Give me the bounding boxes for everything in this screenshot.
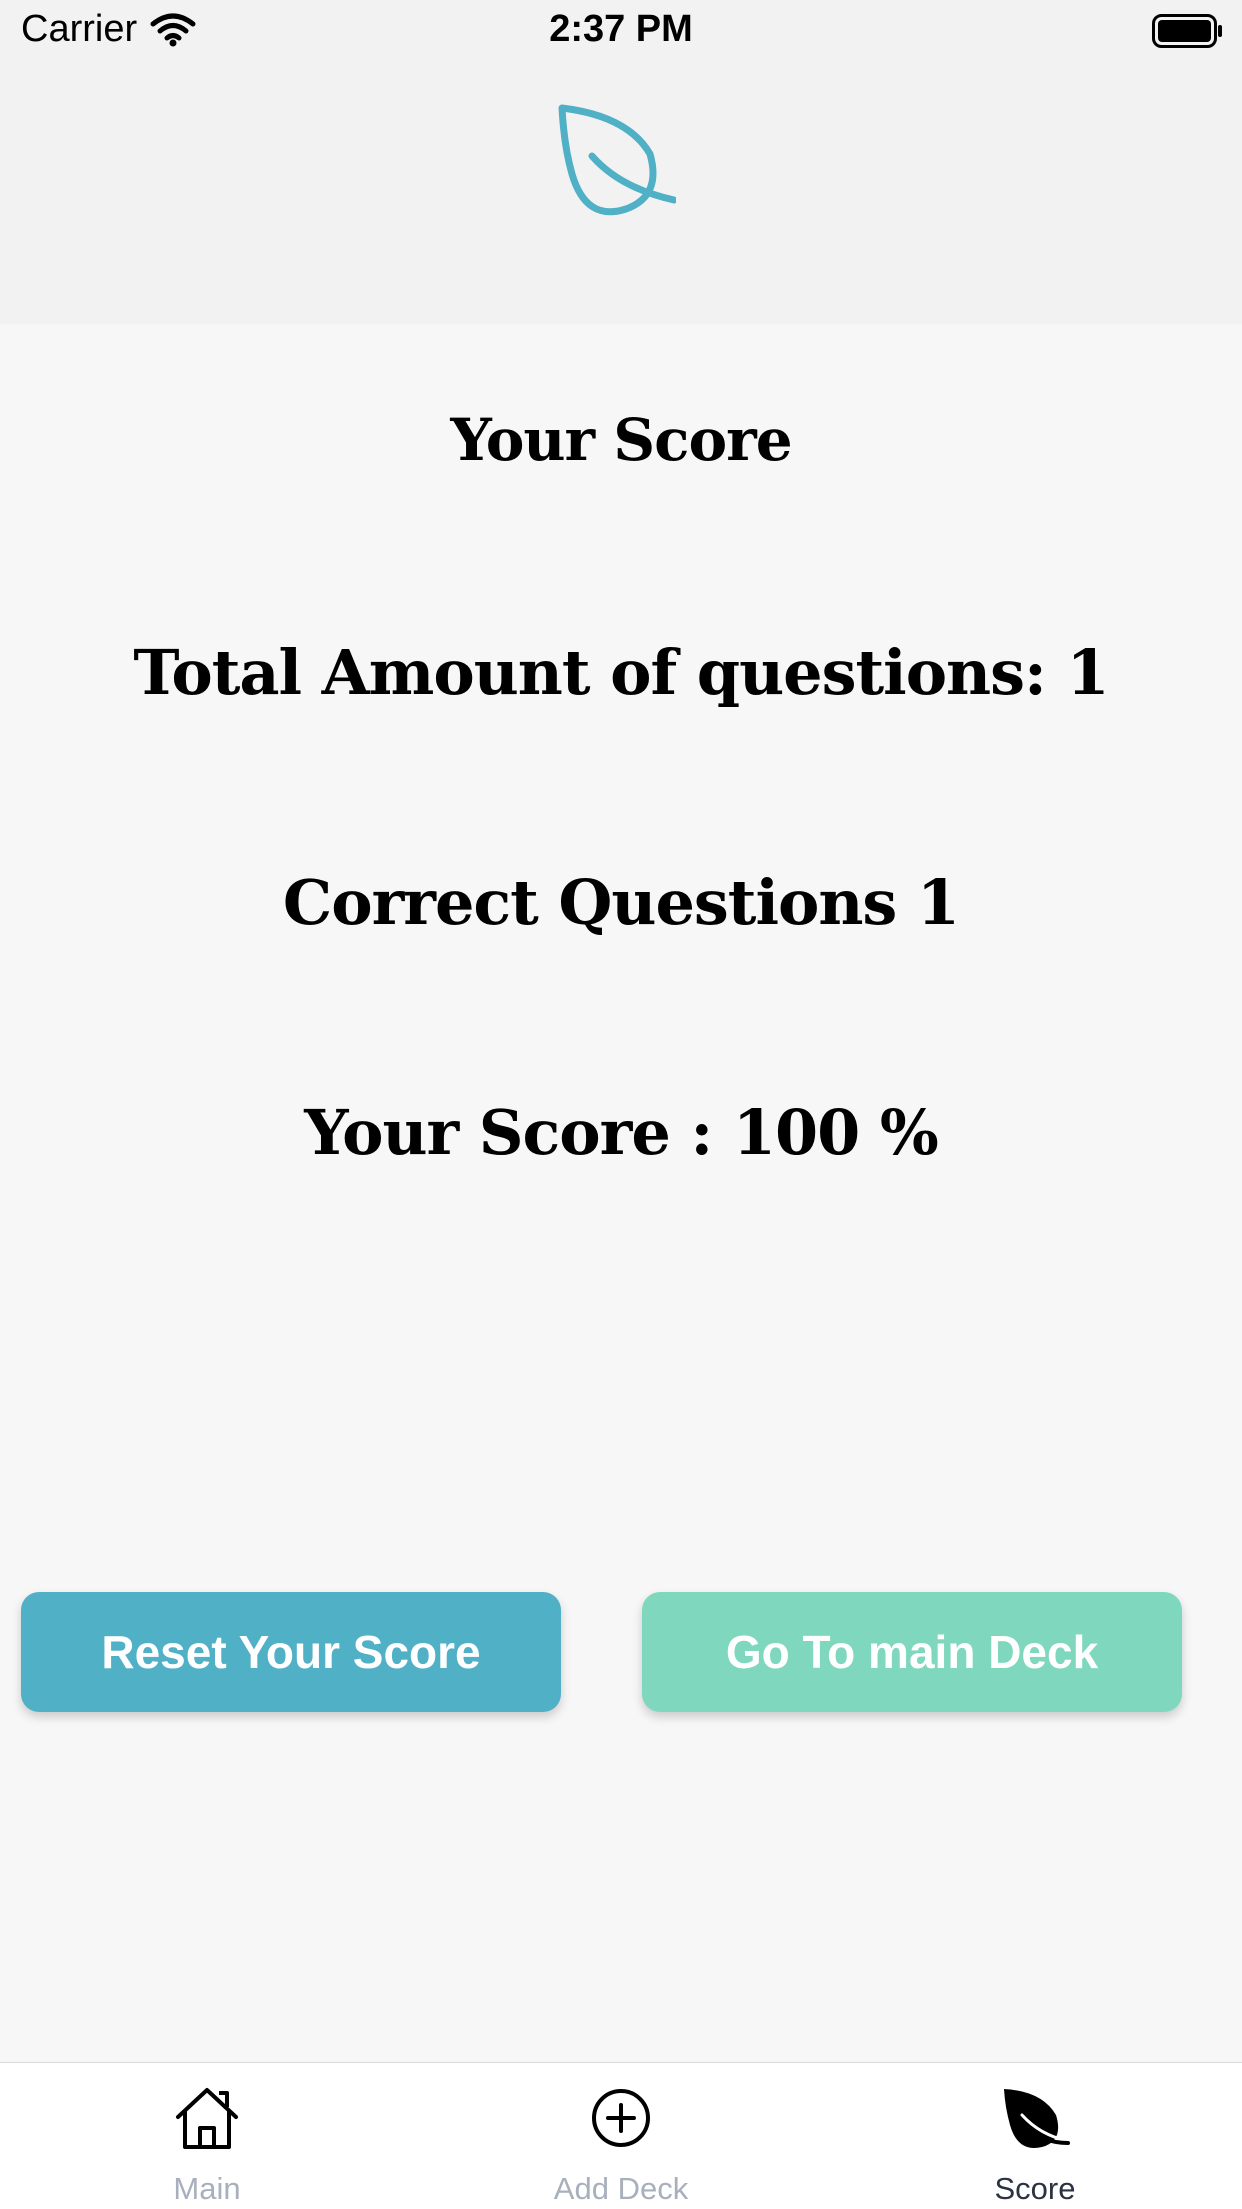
plus-circle-icon: [592, 2089, 650, 2147]
score-title: Your Score: [450, 406, 792, 474]
total-questions-text: Total Amount of questions: 1: [133, 636, 1109, 709]
correct-questions-text: Correct Questions 1: [282, 866, 960, 939]
tab-main[interactable]: Main: [0, 2063, 414, 2209]
leaf-icon: [1004, 2089, 1070, 2149]
app-header: [0, 62, 1242, 324]
tab-main-label: Main: [173, 2171, 241, 2206]
reset-score-button[interactable]: Reset Your Score: [21, 1592, 561, 1712]
leaf-icon: [558, 104, 676, 216]
go-to-main-deck-button[interactable]: Go To main Deck: [642, 1592, 1182, 1712]
tab-score-label: Score: [994, 2171, 1076, 2206]
home-icon: [176, 2088, 238, 2149]
tab-score[interactable]: Score: [828, 2063, 1242, 2209]
score-percent-text: Your Score : 100 %: [304, 1096, 939, 1169]
tab-add-deck[interactable]: Add Deck: [414, 2063, 828, 2209]
clock: 2:37 PM: [549, 8, 693, 50]
battery-icon: [1152, 14, 1222, 48]
status-bar: Carrier 2:37 PM: [0, 0, 1242, 62]
tab-bar: Main Add Deck Score: [0, 2062, 1242, 2209]
tab-add-deck-label: Add Deck: [553, 2171, 689, 2206]
